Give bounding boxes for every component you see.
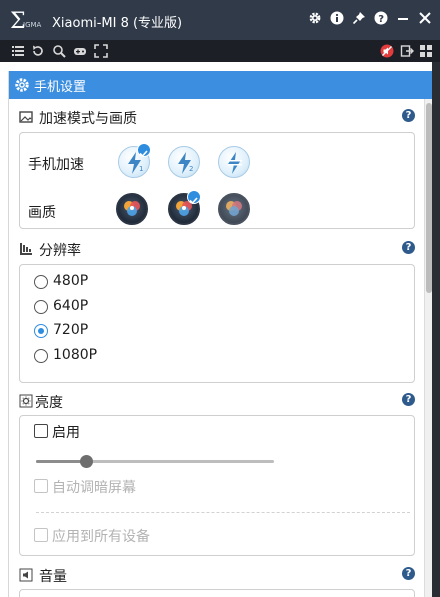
- outer-scrollbar[interactable]: [432, 62, 440, 597]
- sigma-logo: Σ IGMA: [10, 9, 42, 31]
- svg-text:IGMA: IGMA: [23, 21, 42, 29]
- quality-level-3-button[interactable]: [218, 193, 250, 225]
- svg-text:1: 1: [139, 165, 143, 173]
- section-resolution-title: 分辨率: [39, 243, 81, 259]
- toolbar: [0, 40, 440, 62]
- brightness-enable-label: 启用: [52, 425, 80, 441]
- panel-header: 手机设置: [9, 71, 432, 99]
- image-icon: [19, 111, 33, 123]
- settings-pane: 手机设置 加速模式与画质 ? 手机加速 1 2 画质 分辨率 ? 480P 64…: [8, 71, 432, 597]
- info-icon[interactable]: [330, 11, 344, 25]
- svg-text:?: ?: [378, 14, 384, 25]
- close-icon[interactable]: [418, 11, 432, 25]
- resolution-box: 480P 640P 720P 1080P: [19, 264, 415, 383]
- speed-mode-2-button[interactable]: 2: [168, 146, 200, 178]
- brightness-slider[interactable]: [36, 455, 274, 468]
- radio-button[interactable]: [34, 349, 48, 363]
- brightness-slider-knob[interactable]: [80, 455, 93, 468]
- speed-mode-3-button[interactable]: [218, 146, 250, 178]
- radio-button[interactable]: [34, 300, 48, 314]
- brightness-slider-fill: [36, 460, 86, 463]
- brightness-box: 启用 自动调暗屏幕 应用到所有设备: [19, 415, 415, 556]
- help-badge[interactable]: ?: [402, 393, 415, 406]
- zoom-icon[interactable]: [52, 44, 66, 58]
- help-icon[interactable]: ?: [374, 11, 388, 25]
- mute-icon[interactable]: [380, 44, 394, 58]
- section-resolution-header: 分辨率 ?: [9, 239, 425, 259]
- section-speed-quality-title: 加速模式与画质: [39, 111, 137, 127]
- list-icon[interactable]: [11, 44, 25, 58]
- resolution-option-label: 1080P: [53, 347, 98, 363]
- gamepad-icon[interactable]: [73, 44, 87, 58]
- speed-label: 手机加速: [28, 157, 84, 173]
- fullscreen-icon[interactable]: [94, 44, 108, 58]
- section-volume-header: 音量 ?: [9, 565, 425, 585]
- section-brightness-title: 亮度: [35, 395, 63, 411]
- svg-text:2: 2: [189, 165, 193, 173]
- pin-icon[interactable]: [352, 11, 366, 25]
- resolution-option-label: 720P: [53, 322, 89, 338]
- speed-quality-box: 手机加速 1 2 画质: [19, 132, 415, 229]
- radio-button-selected[interactable]: [34, 324, 48, 338]
- settings-scrollbar[interactable]: [424, 99, 432, 597]
- quality-level-1-button[interactable]: [116, 193, 148, 225]
- divider: [36, 512, 410, 513]
- minimize-icon[interactable]: [396, 11, 410, 25]
- title-bar: Σ IGMA Xiaomi-MI 8 (专业版) ?: [0, 0, 440, 40]
- window-title: Xiaomi-MI 8 (专业版): [52, 16, 183, 31]
- brightness-icon: [19, 394, 33, 408]
- resolution-option-label: 480P: [53, 273, 89, 289]
- auto-dim-label: 自动调暗屏幕: [52, 480, 136, 496]
- export-icon[interactable]: [400, 44, 414, 58]
- grid-icon[interactable]: [419, 44, 433, 58]
- quality-label: 画质: [28, 205, 56, 221]
- volume-icon: [19, 568, 33, 582]
- resolution-icon: [20, 243, 32, 255]
- panel-title: 手机设置: [34, 80, 87, 95]
- selected-check-icon: [187, 190, 201, 205]
- apply-all-devices-label: 应用到所有设备: [52, 529, 150, 545]
- resolution-option-label: 640P: [53, 298, 89, 314]
- rotate-icon[interactable]: [31, 44, 45, 58]
- section-speed-quality-header: 加速模式与画质 ?: [9, 107, 425, 127]
- section-brightness-header: 亮度 ?: [9, 391, 425, 411]
- volume-box: [19, 589, 415, 597]
- help-badge[interactable]: ?: [402, 241, 415, 254]
- selected-check-icon: [137, 143, 151, 158]
- section-volume-title: 音量: [39, 569, 67, 585]
- radio-button[interactable]: [34, 275, 48, 289]
- gear-icon: [15, 78, 29, 92]
- apply-all-devices-checkbox[interactable]: [34, 528, 48, 542]
- auto-dim-checkbox[interactable]: [34, 479, 48, 493]
- brightness-enable-checkbox[interactable]: [34, 424, 48, 438]
- help-badge[interactable]: ?: [402, 109, 415, 122]
- settings-content: 加速模式与画质 ? 手机加速 1 2 画质 分辨率 ? 480P 640P 72…: [9, 99, 425, 597]
- scrollbar-thumb[interactable]: [426, 103, 432, 293]
- help-badge[interactable]: ?: [402, 567, 415, 580]
- settings-gear-icon[interactable]: [308, 11, 322, 25]
